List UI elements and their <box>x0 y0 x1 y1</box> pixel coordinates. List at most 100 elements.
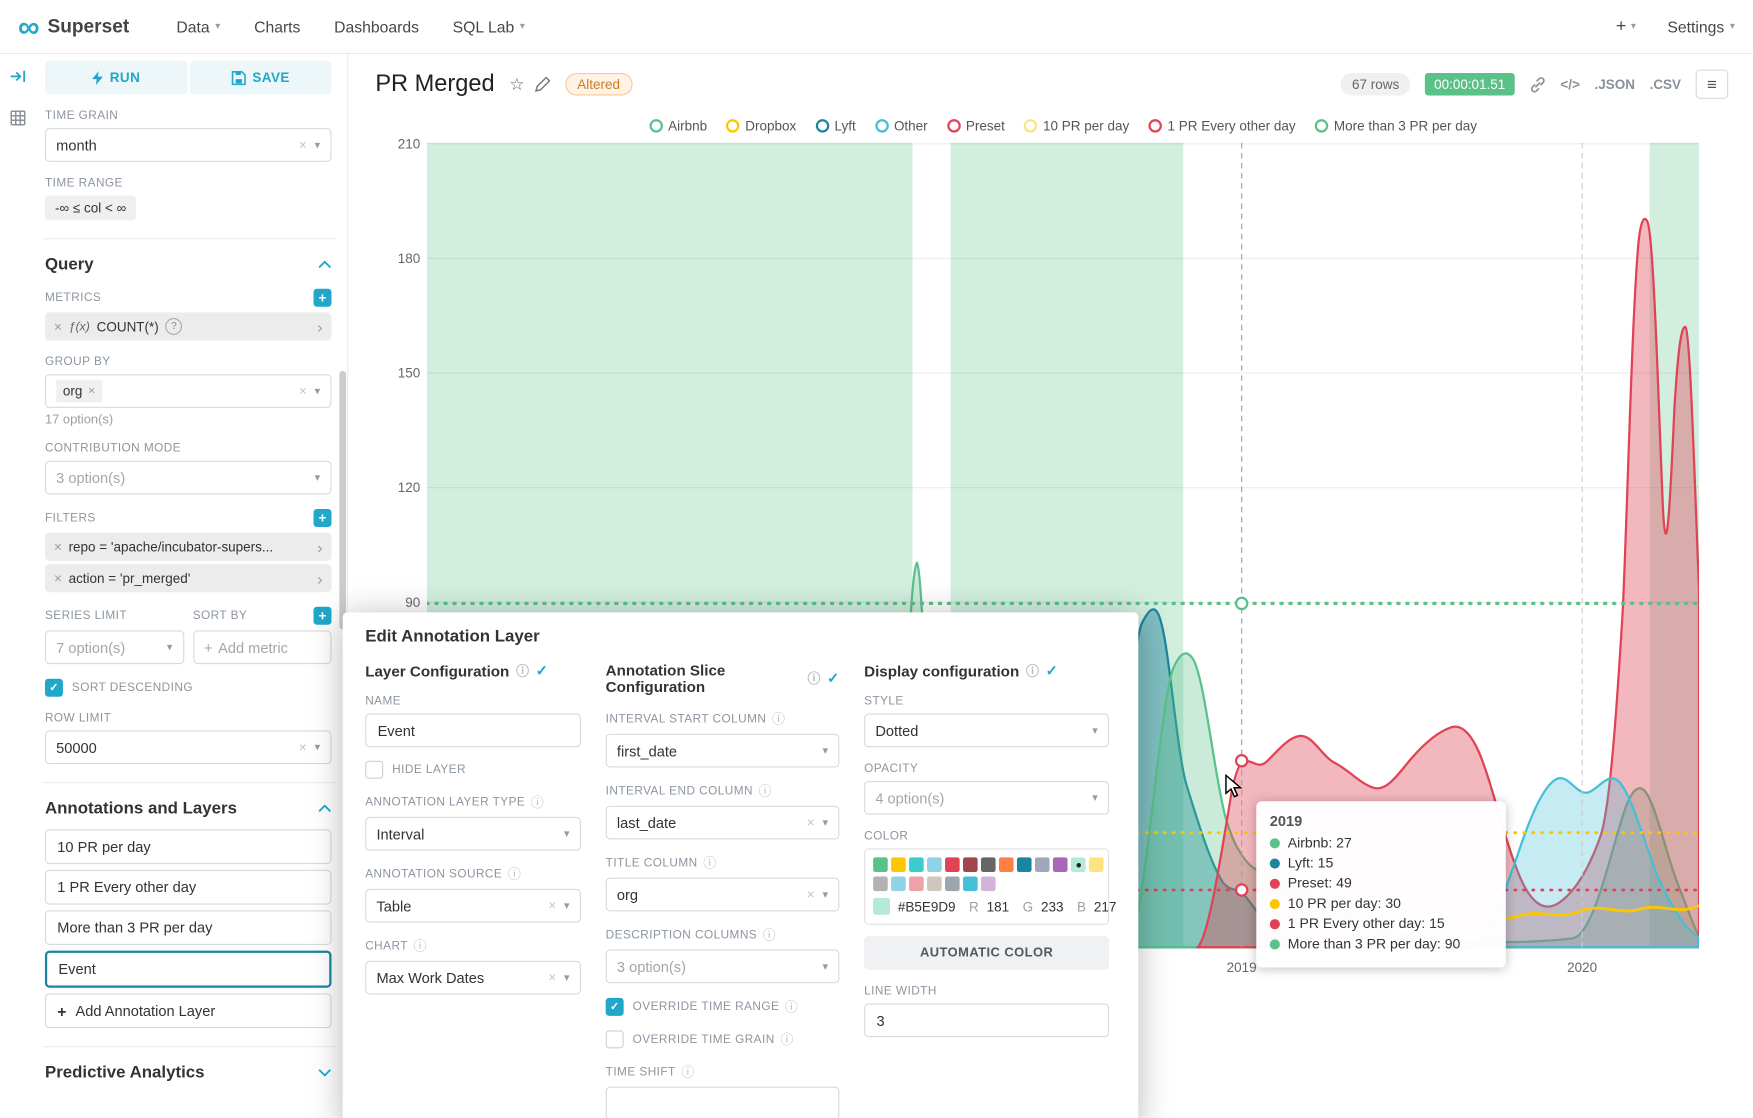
info-icon[interactable]: ⓘ <box>785 998 798 1016</box>
annotation-layer-type-select[interactable]: Interval ▾ <box>365 817 581 851</box>
clear-icon[interactable]: × <box>807 887 815 903</box>
line-width-input[interactable] <box>864 1003 1109 1037</box>
save-button[interactable]: SAVE <box>189 61 331 95</box>
title-column-select[interactable]: org × ▾ <box>606 878 840 912</box>
color-swatch[interactable] <box>963 876 978 891</box>
description-columns-select[interactable]: 3 option(s) ▾ <box>606 950 840 984</box>
color-swatch[interactable] <box>981 876 996 891</box>
color-swatch[interactable] <box>945 857 960 872</box>
override-time-grain-checkbox[interactable] <box>606 1030 624 1048</box>
annotation-layer-event-selected[interactable]: Event <box>45 951 332 988</box>
remove-filter-icon[interactable]: × <box>54 570 62 586</box>
color-swatch[interactable] <box>891 857 906 872</box>
annotation-layer-1-pr-every-other-day[interactable]: 1 PR Every other day <box>45 870 332 905</box>
remove-tag-icon[interactable]: × <box>88 384 95 397</box>
predictive-analytics-section-header[interactable]: Predictive Analytics <box>45 1063 332 1082</box>
hide-layer-checkbox[interactable] <box>365 761 383 779</box>
superset-logo[interactable]: ∞ Superset <box>18 15 129 37</box>
time-shift-input[interactable] <box>606 1087 840 1118</box>
color-swatch[interactable] <box>909 857 924 872</box>
selected-color-hex[interactable]: #B5E9D9 <box>898 898 956 914</box>
chart-menu-button[interactable]: ≡ <box>1696 70 1729 99</box>
hide-layer-row[interactable]: HIDE LAYER <box>365 761 581 779</box>
interval-start-select[interactable]: first_date ▾ <box>606 734 840 768</box>
new-menu-button[interactable]: + ▾ <box>1616 16 1636 36</box>
r-value[interactable]: 181 <box>987 898 1010 914</box>
color-swatch[interactable] <box>1053 857 1068 872</box>
group-by-tag-org[interactable]: org × <box>56 380 102 402</box>
annotations-section-header[interactable]: Annotations and Layers <box>45 799 332 818</box>
color-swatch[interactable] <box>1035 857 1050 872</box>
add-filter-plus-button[interactable]: + <box>314 509 332 527</box>
info-icon[interactable]: ⓘ <box>1026 662 1039 680</box>
run-button[interactable]: RUN <box>45 61 187 95</box>
info-icon[interactable]: ⓘ <box>759 782 772 800</box>
color-swatch[interactable] <box>945 876 960 891</box>
info-icon[interactable]: ⓘ <box>508 865 521 883</box>
legend-item[interactable]: Other <box>875 118 928 134</box>
automatic-color-button[interactable]: AUTOMATIC COLOR <box>864 936 1109 970</box>
chart-select[interactable]: Max Work Dates × ▾ <box>365 961 581 995</box>
info-icon[interactable]: ⓘ <box>763 926 776 944</box>
color-swatch[interactable] <box>1017 857 1032 872</box>
info-icon[interactable]: ⓘ <box>780 1030 793 1048</box>
info-icon[interactable]: ⓘ <box>531 793 544 811</box>
annotation-source-select[interactable]: Table × ▾ <box>365 889 581 923</box>
override-time-grain-row[interactable]: OVERRIDE TIME GRAINⓘ <box>606 1030 840 1048</box>
color-swatch[interactable] <box>1089 857 1104 872</box>
datasource-table-icon[interactable] <box>9 109 27 133</box>
b-value[interactable]: 217 <box>1094 898 1117 914</box>
nav-item-data[interactable]: Data ▾ <box>176 17 220 35</box>
color-swatch[interactable] <box>873 857 888 872</box>
color-swatch[interactable] <box>999 857 1014 872</box>
annotation-layer-more-than-3-pr[interactable]: More than 3 PR per day <box>45 910 332 945</box>
legend-item[interactable]: Lyft <box>815 118 855 134</box>
sort-by-field[interactable]: + Add metric <box>193 630 332 664</box>
add-metric-plus-button[interactable]: + <box>314 289 332 307</box>
nav-item-dashboards[interactable]: Dashboards <box>334 17 419 35</box>
panel-scrollbar[interactable] <box>339 371 346 629</box>
color-swatch[interactable] <box>963 857 978 872</box>
sort-descending-checkbox[interactable]: ✓ <box>45 679 63 697</box>
contribution-mode-select[interactable]: 3 option(s) ▾ <box>45 461 332 495</box>
legend-item[interactable]: More than 3 PR per day <box>1315 118 1477 134</box>
add-annotation-layer-button[interactable]: + Add Annotation Layer <box>45 993 332 1028</box>
info-icon[interactable]: ⓘ <box>414 937 427 955</box>
legend-item[interactable]: Dropbox <box>726 118 796 134</box>
settings-menu[interactable]: Settings ▾ <box>1667 17 1735 35</box>
clear-icon[interactable]: × <box>299 137 307 153</box>
sort-descending-row[interactable]: ✓ SORT DESCENDING <box>45 679 332 697</box>
edit-title-icon[interactable] <box>535 76 551 92</box>
legend-item[interactable]: Preset <box>947 118 1005 134</box>
override-time-range-checkbox[interactable]: ✓ <box>606 998 624 1016</box>
color-swatch[interactable] <box>891 876 906 891</box>
export-json-button[interactable]: .JSON <box>1594 76 1634 92</box>
altered-badge[interactable]: Altered <box>565 73 632 95</box>
export-csv-button[interactable]: .CSV <box>1650 76 1681 92</box>
color-swatch-selected[interactable] <box>1071 857 1086 872</box>
remove-metric-icon[interactable]: × <box>54 319 62 335</box>
legend-item[interactable]: 10 PR per day <box>1024 118 1129 134</box>
metric-info-icon[interactable]: ? <box>166 318 183 335</box>
metric-pill[interactable]: × ƒ(x) COUNT(*) ? › <box>45 312 332 340</box>
clear-icon[interactable]: × <box>299 739 307 755</box>
filter-pill-repo[interactable]: × repo = 'apache/incubator-supers... › <box>45 533 332 561</box>
query-section-header[interactable]: Query <box>45 255 332 274</box>
style-select[interactable]: Dotted ▾ <box>864 714 1109 748</box>
collapse-datasource-icon[interactable] <box>9 67 27 91</box>
remove-filter-icon[interactable]: × <box>54 539 62 555</box>
color-swatch[interactable] <box>927 876 942 891</box>
share-link-icon[interactable] <box>1529 76 1546 93</box>
g-value[interactable]: 233 <box>1041 898 1064 914</box>
add-sort-metric-plus-button[interactable]: + <box>314 607 332 625</box>
color-swatch[interactable] <box>909 876 924 891</box>
clear-icon[interactable]: × <box>299 383 307 399</box>
embed-code-icon[interactable]: </> <box>1560 76 1580 92</box>
color-swatch[interactable] <box>873 876 888 891</box>
clear-icon[interactable]: × <box>548 970 556 986</box>
nav-item-charts[interactable]: Charts <box>254 17 300 35</box>
color-swatch[interactable] <box>981 857 996 872</box>
color-swatch[interactable] <box>927 857 942 872</box>
time-grain-select[interactable]: month × ▾ <box>45 128 332 162</box>
favorite-star-icon[interactable]: ☆ <box>509 74 524 94</box>
